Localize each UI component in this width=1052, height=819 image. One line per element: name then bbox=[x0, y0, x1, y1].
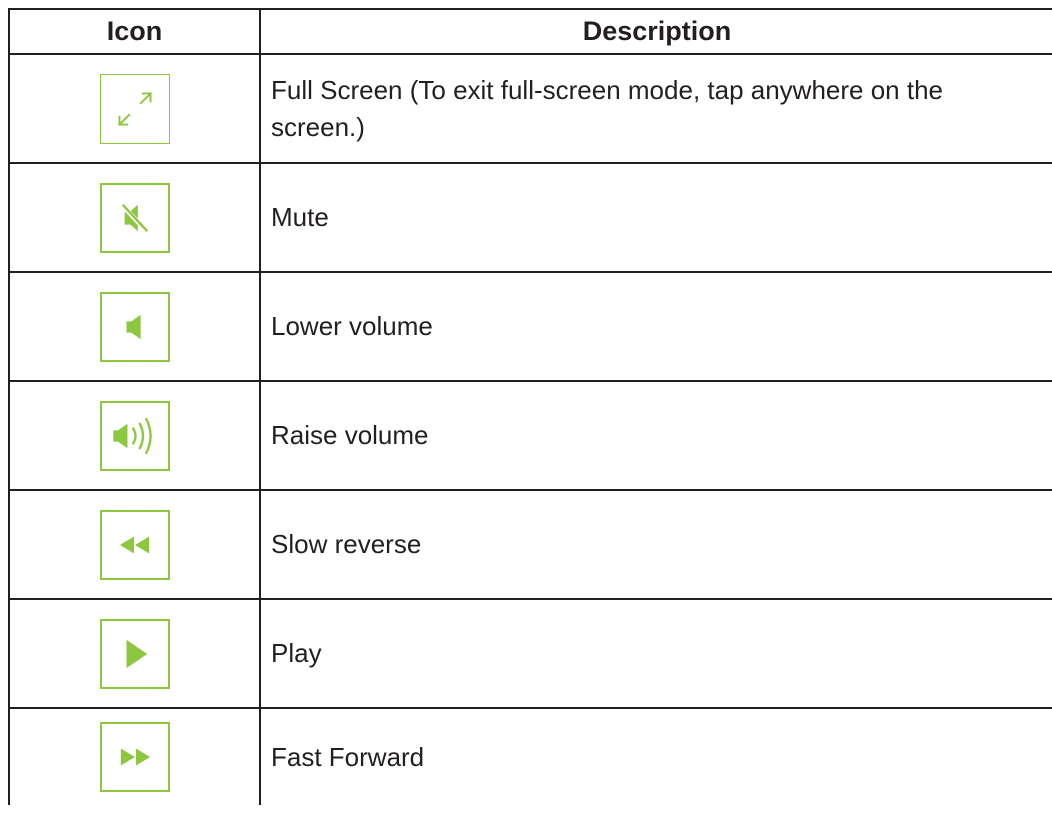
raise-volume-icon bbox=[99, 400, 170, 471]
description-cell: Full Screen (To exit full-screen mode, t… bbox=[259, 53, 1052, 164]
play-icon bbox=[99, 618, 170, 689]
table-row: Mute bbox=[8, 162, 1052, 273]
full-screen-icon bbox=[99, 73, 170, 144]
icon-cell bbox=[8, 598, 261, 709]
icon-cell bbox=[8, 162, 261, 273]
lower-volume-icon bbox=[99, 291, 170, 362]
table-row: Play bbox=[8, 598, 1052, 709]
table-row: Full Screen (To exit full-screen mode, t… bbox=[8, 53, 1052, 164]
cut-off-text-fragment bbox=[6, 0, 246, 8]
description-column-header: Description bbox=[259, 8, 1052, 55]
table-row: Fast Forward bbox=[8, 707, 1052, 805]
icon-column-header: Icon bbox=[8, 8, 261, 55]
description-cell: Mute bbox=[259, 162, 1052, 273]
description-cell: Slow reverse bbox=[259, 489, 1052, 600]
document-page: Icon Description Full Screen (To exit fu… bbox=[0, 0, 1052, 819]
icon-cell bbox=[8, 271, 261, 382]
description-cell: Lower volume bbox=[259, 271, 1052, 382]
description-cell: Fast Forward bbox=[259, 707, 1052, 805]
icon-cell bbox=[8, 380, 261, 491]
table-row: Lower volume bbox=[8, 271, 1052, 382]
fast-forward-icon bbox=[99, 722, 170, 792]
table-header-row: Icon Description bbox=[8, 8, 1052, 55]
icon-cell bbox=[8, 53, 261, 164]
description-cell: Play bbox=[259, 598, 1052, 709]
icon-description-table: Icon Description Full Screen (To exit fu… bbox=[8, 8, 1052, 805]
slow-reverse-icon bbox=[99, 509, 170, 580]
mute-icon bbox=[99, 182, 170, 253]
table-row: Slow reverse bbox=[8, 489, 1052, 600]
icon-cell bbox=[8, 489, 261, 600]
description-cell: Raise volume bbox=[259, 380, 1052, 491]
icon-cell bbox=[8, 707, 261, 805]
table-row: Raise volume bbox=[8, 380, 1052, 491]
